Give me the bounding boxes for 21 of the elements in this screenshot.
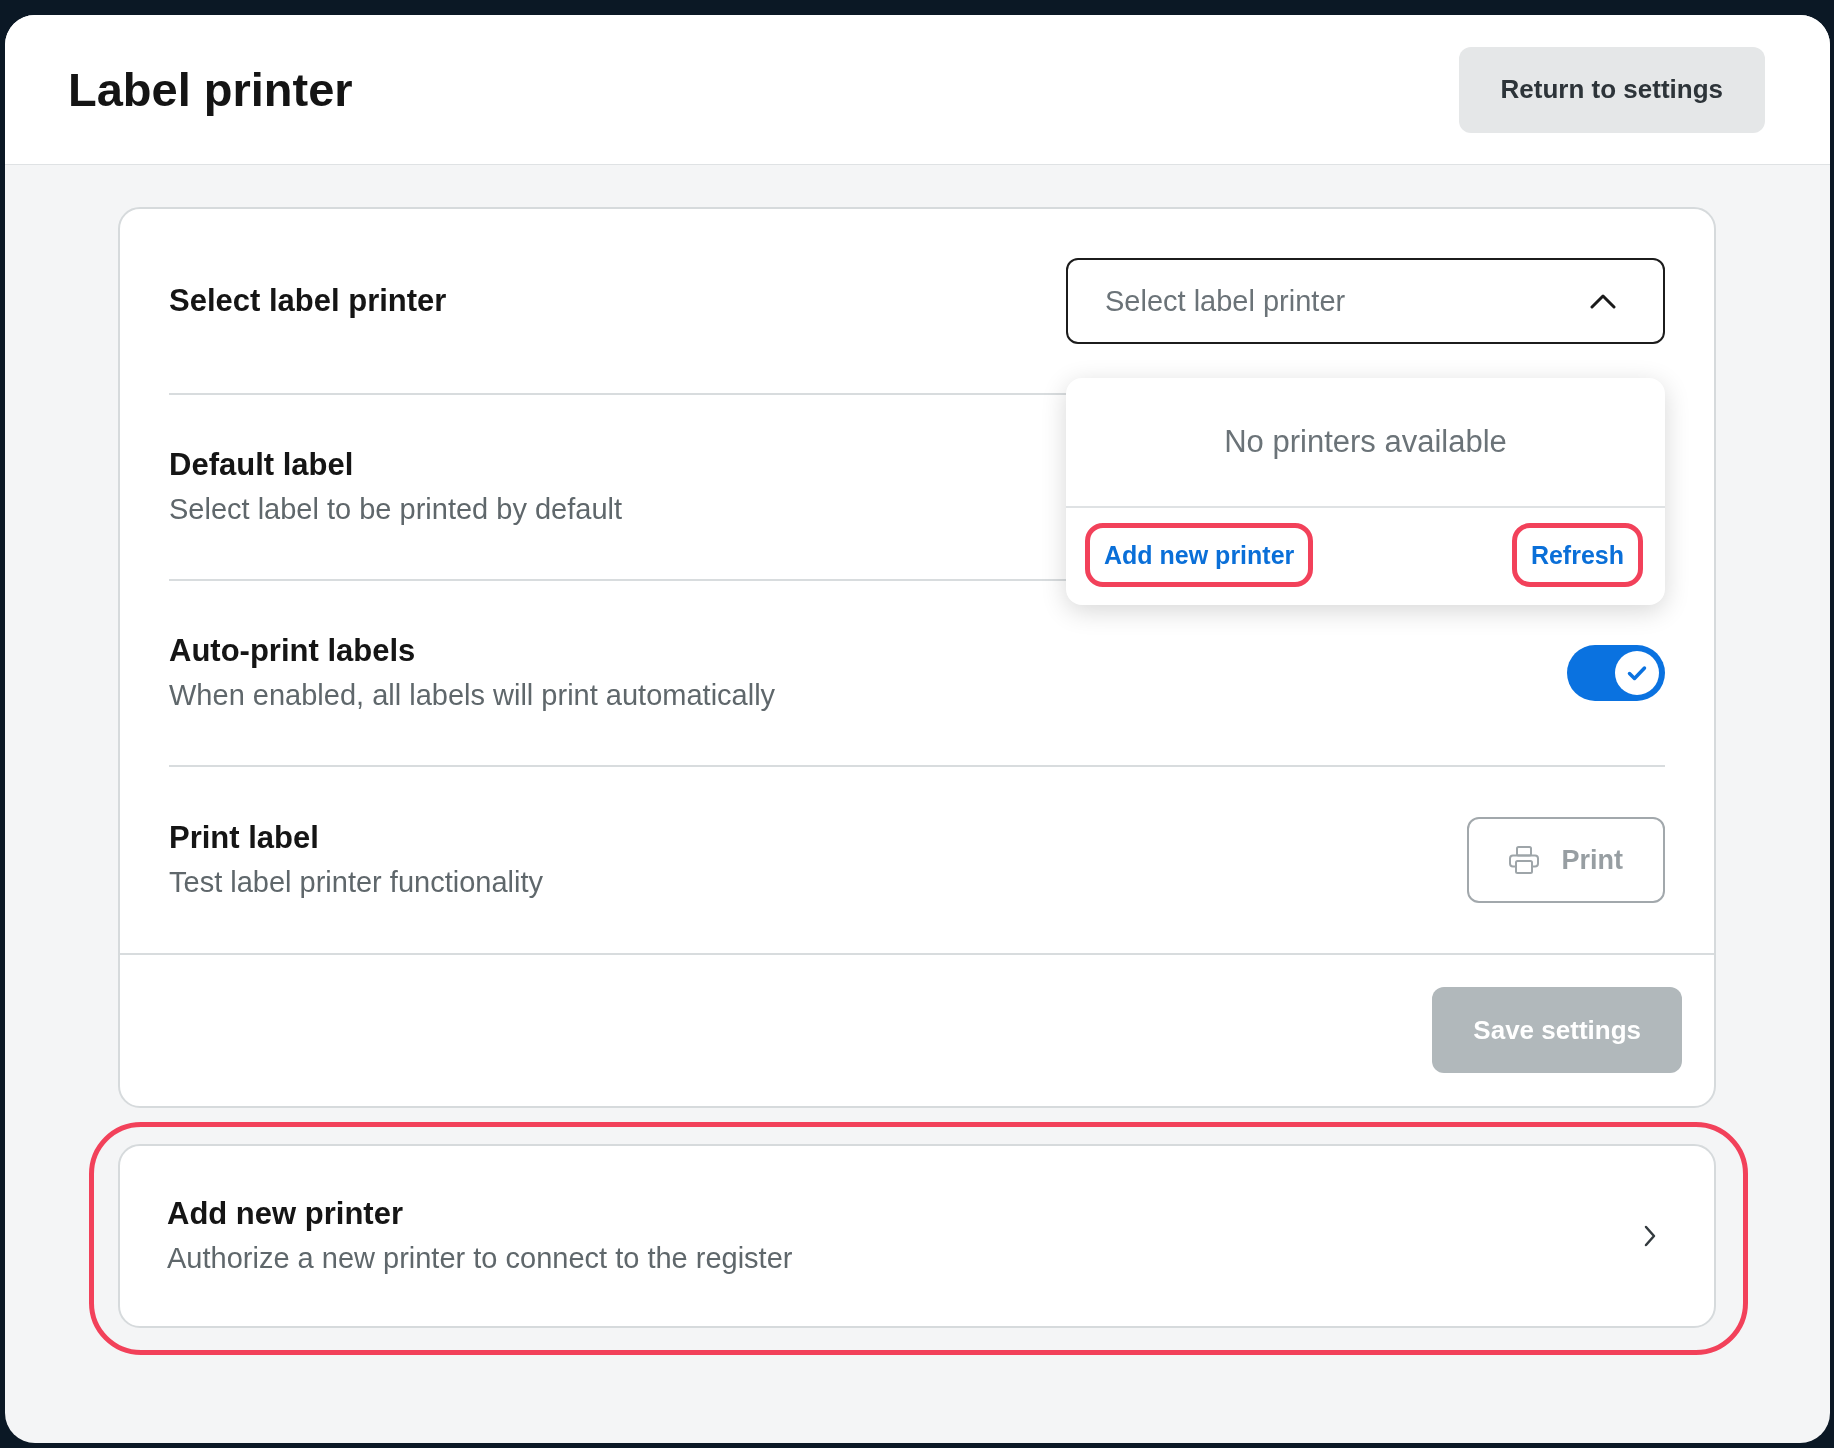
setting-description: Test label printer functionality bbox=[169, 865, 543, 900]
setting-description: When enabled, all labels will print automatically bbox=[169, 678, 776, 713]
setting-title: Print label bbox=[169, 819, 320, 857]
chevron-up-icon bbox=[1590, 293, 1616, 309]
menu-link[interactable]: Add new printer bbox=[1085, 523, 1314, 587]
chevron-right-icon bbox=[1644, 1225, 1656, 1247]
check-icon bbox=[1615, 651, 1659, 695]
setting-title: Select label printer bbox=[169, 282, 447, 320]
return-to-settings-button[interactable]: Return to settings bbox=[1458, 46, 1765, 133]
add-printer-title: Add new printer bbox=[167, 1195, 404, 1233]
toggle-switch[interactable] bbox=[1567, 645, 1665, 701]
menu-link[interactable]: Refresh bbox=[1511, 523, 1643, 587]
setting-title: Default label bbox=[169, 446, 355, 484]
add-printer-description: Authorize a new printer to connect to the register bbox=[167, 1241, 793, 1276]
empty-message: No printers available bbox=[1224, 423, 1507, 461]
setting-description: Select label to be printed by default bbox=[169, 492, 623, 527]
printer-select-field[interactable]: Select label printer bbox=[1066, 258, 1665, 344]
page-title: Label printer bbox=[68, 61, 353, 118]
add-printer-card[interactable]: Add new printer Authorize a new printer to connect to the register bbox=[118, 1144, 1716, 1328]
setting-title: Auto-print labels bbox=[169, 632, 417, 670]
printer-icon bbox=[1509, 846, 1540, 874]
